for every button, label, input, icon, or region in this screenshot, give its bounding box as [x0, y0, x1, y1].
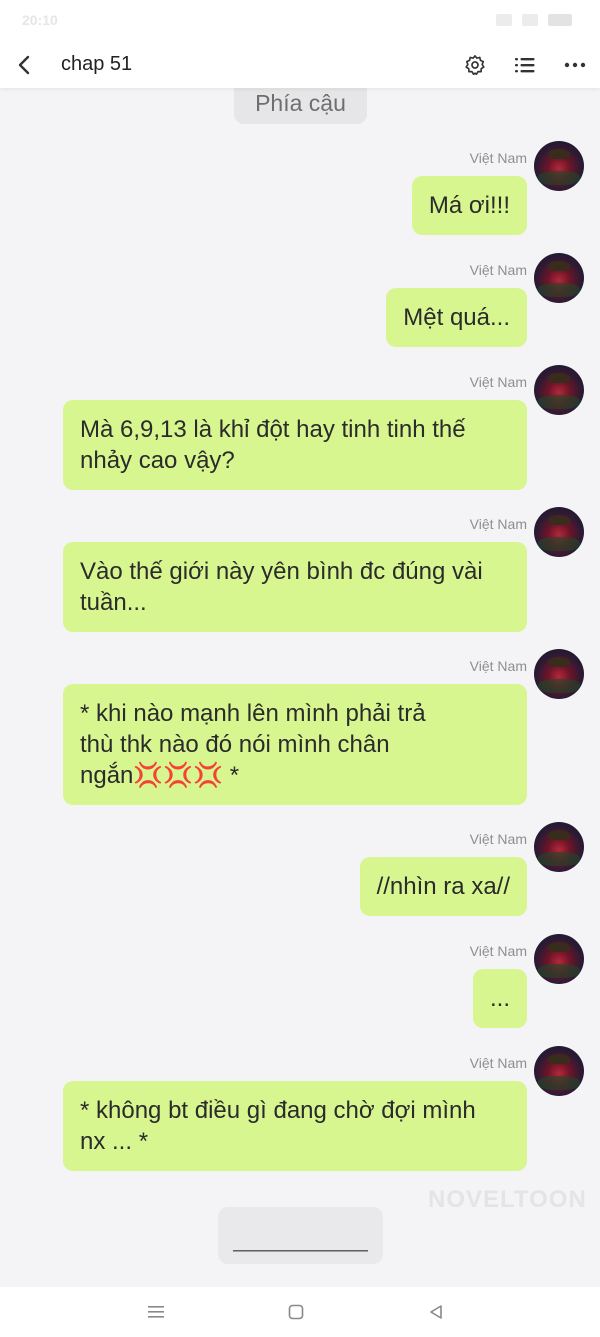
message-text: * khi nào mạnh lên mình phải trả thù thk…: [80, 700, 426, 789]
nav-menu-button[interactable]: [144, 1300, 168, 1324]
avatar[interactable]: [534, 934, 584, 984]
battery-icon: [548, 14, 572, 26]
nav-home-button[interactable]: [284, 1300, 308, 1324]
sender-name: Việt Nam: [469, 262, 527, 278]
triangle-back-icon: [430, 1305, 442, 1319]
avatar[interactable]: [534, 253, 584, 303]
message-text: Mà 6,9,13 là khỉ đột hay tinh tinh thế n…: [80, 416, 466, 474]
avatar[interactable]: [534, 1046, 584, 1096]
sender-name: Việt Nam: [469, 658, 527, 674]
avatar[interactable]: [534, 822, 584, 872]
chapter-list-button[interactable]: [507, 47, 543, 83]
message-bubble: * không bt điều gì đang chờ đợi mình nx …: [63, 1081, 527, 1171]
app-header: chap 51: [0, 42, 600, 88]
sender-name: Việt Nam: [469, 1055, 527, 1071]
message-bubble: * khi nào mạnh lên mình phải trả thù thk…: [63, 684, 527, 805]
page-title: chap 51: [61, 53, 133, 75]
wifi-icon: [496, 14, 512, 26]
nav-back-button[interactable]: [424, 1300, 448, 1324]
settings-button[interactable]: [457, 47, 493, 83]
signal-icon: [522, 14, 538, 26]
avatar[interactable]: [534, 507, 584, 557]
message-bubble: ...: [472, 969, 527, 1028]
message-text: //nhìn ra xa//: [376, 873, 510, 900]
status-time: 20:10: [22, 12, 58, 28]
back-button[interactable]: [6, 47, 42, 83]
more-button[interactable]: [557, 47, 593, 83]
tap-to-continue-box[interactable]: ___________: [218, 1207, 383, 1264]
status-bar: 20:10: [0, 0, 600, 42]
sender-name: Việt Nam: [469, 374, 527, 390]
message-text: * không bt điều gì đang chờ đợi mình nx …: [80, 1097, 476, 1155]
watermark-logo: NOVELTOON: [428, 1186, 587, 1213]
narration-bubble: Phía cậu: [234, 82, 367, 124]
message-bubble: Má ơi!!!: [411, 176, 527, 235]
status-icons: [496, 14, 572, 26]
avatar[interactable]: [534, 141, 584, 191]
list-icon: [515, 58, 535, 73]
sender-name: Việt Nam: [469, 516, 527, 532]
message-bubble: Mệt quá...: [386, 288, 527, 347]
square-icon: [288, 1304, 304, 1320]
sender-name: Việt Nam: [469, 831, 527, 847]
gear-icon: [465, 55, 485, 75]
chevron-left-icon: [18, 55, 30, 75]
message-text: Vào thế giới này yên bình đc đúng vài tu…: [80, 558, 483, 616]
system-nav-bar: [0, 1287, 600, 1337]
message-text: ...: [489, 985, 510, 1012]
message-text: Má ơi!!!: [428, 192, 510, 219]
message-bubble: //nhìn ra xa//: [359, 857, 527, 916]
message-bubble: Mà 6,9,13 là khỉ đột hay tinh tinh thế n…: [63, 400, 527, 490]
message-text: Mệt quá...: [403, 304, 510, 331]
more-horizontal-icon: [564, 62, 586, 68]
avatar[interactable]: [534, 365, 584, 415]
avatar[interactable]: [534, 649, 584, 699]
sender-name: Việt Nam: [469, 150, 527, 166]
sender-name: Việt Nam: [469, 943, 527, 959]
menu-icon: [148, 1306, 164, 1318]
message-bubble: Vào thế giới này yên bình đc đúng vài tu…: [63, 542, 527, 632]
